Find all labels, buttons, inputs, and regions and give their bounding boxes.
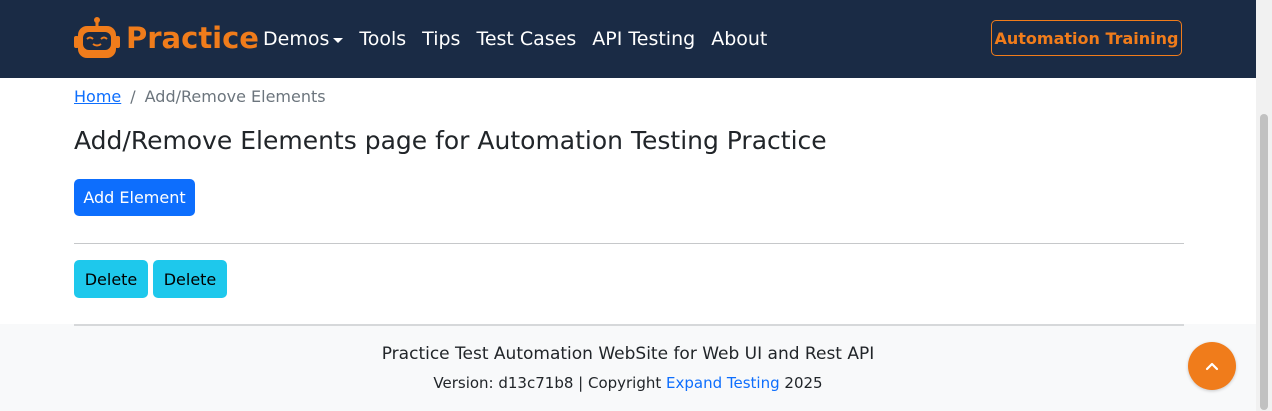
brand-link[interactable]: Practice: [74, 16, 259, 60]
nav-demos-dropdown[interactable]: Demos: [263, 27, 344, 51]
robot-icon: [74, 17, 120, 58]
breadcrumb-current: Add/Remove Elements: [144, 87, 326, 106]
breadcrumb-home-link[interactable]: Home: [74, 87, 121, 107]
nav-demos-label: Demos: [263, 28, 330, 50]
footer-company-link[interactable]: Expand Testing: [666, 374, 780, 392]
footer: Practice Test Automation WebSite for Web…: [0, 324, 1256, 411]
breadcrumb: Home / Add/Remove Elements: [74, 87, 326, 107]
page: Practice Demos Tools Tips Test Cases API…: [0, 0, 1256, 411]
delete-button[interactable]: Delete: [153, 260, 227, 298]
page-title: Add/Remove Elements page for Automation …: [74, 126, 827, 155]
nav-test-cases[interactable]: Test Cases: [476, 27, 576, 51]
automation-training-button[interactable]: Automation Training: [991, 20, 1182, 56]
divider: [74, 243, 1184, 244]
brand-name: Practice: [126, 20, 259, 55]
delete-button[interactable]: Delete: [74, 260, 148, 298]
footer-year: 2025: [779, 374, 823, 392]
main-nav: Demos Tools Tips Test Cases API Testing …: [263, 27, 783, 51]
caret-down-icon: [333, 37, 344, 43]
scroll-to-top-button[interactable]: [1188, 342, 1236, 390]
breadcrumb-separator: /: [130, 87, 136, 106]
add-element-button[interactable]: Add Element: [74, 179, 195, 216]
footer-version: Version: d13c71b8 | Copyright: [433, 374, 667, 392]
scrollbar-thumb[interactable]: [1260, 114, 1268, 410]
nav-about[interactable]: About: [711, 27, 767, 51]
nav-api-testing[interactable]: API Testing: [592, 27, 695, 51]
footer-tagline: Practice Test Automation WebSite for Web…: [381, 344, 875, 364]
nav-tips[interactable]: Tips: [422, 27, 460, 51]
footer-divider: [74, 324, 1184, 326]
vertical-scrollbar[interactable]: [1256, 0, 1272, 411]
chevron-up-icon: [1205, 362, 1219, 371]
nav-tools[interactable]: Tools: [359, 27, 406, 51]
footer-copyright: Version: d13c71b8 | Copyright Expand Tes…: [0, 373, 1256, 393]
navbar: Practice Demos Tools Tips Test Cases API…: [0, 0, 1256, 78]
